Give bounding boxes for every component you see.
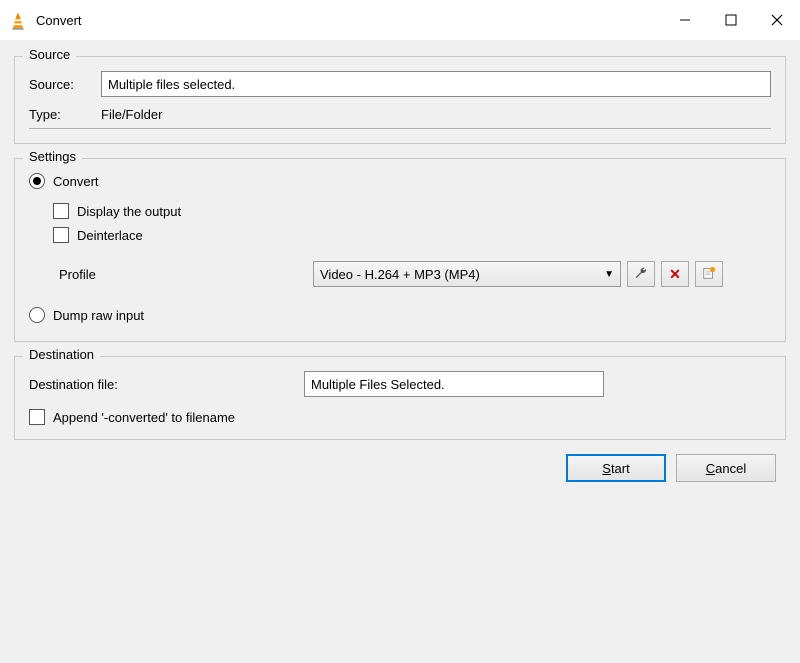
chevron-down-icon: ▼: [604, 269, 614, 280]
append-converted-label: Append '-converted' to filename: [53, 410, 235, 425]
type-label: Type:: [29, 107, 101, 122]
checkbox-icon: [29, 409, 45, 425]
type-value: File/Folder: [101, 107, 162, 122]
destination-group: Destination Destination file: Append '-c…: [14, 356, 786, 440]
cancel-rest: ancel: [715, 461, 746, 476]
source-legend: Source: [23, 47, 76, 62]
display-output-checkbox[interactable]: Display the output: [53, 203, 771, 219]
delete-icon: ✕: [669, 266, 681, 283]
start-rest: tart: [611, 461, 630, 476]
dump-raw-radio[interactable]: Dump raw input: [29, 307, 771, 323]
checkbox-icon: [53, 203, 69, 219]
display-output-label: Display the output: [77, 204, 181, 219]
destination-legend: Destination: [23, 347, 100, 362]
close-button[interactable]: [754, 0, 800, 40]
start-button[interactable]: Start: [566, 454, 666, 482]
edit-profile-button[interactable]: [627, 261, 655, 287]
settings-legend: Settings: [23, 149, 82, 164]
dialog-footer: Start Cancel: [14, 454, 786, 482]
dest-file-input[interactable]: [304, 371, 604, 397]
wrench-icon: [634, 266, 648, 283]
dest-file-label: Destination file:: [29, 377, 304, 392]
new-profile-button[interactable]: [695, 261, 723, 287]
convert-radio-label: Convert: [53, 174, 99, 189]
profile-value: Video - H.264 + MP3 (MP4): [320, 267, 480, 282]
source-group: Source Source: Type: File/Folder: [14, 56, 786, 144]
settings-group: Settings Convert Display the output Dein…: [14, 158, 786, 342]
minimize-button[interactable]: [662, 0, 708, 40]
dump-raw-label: Dump raw input: [53, 308, 144, 323]
radio-icon: [29, 307, 45, 323]
profile-label: Profile: [53, 267, 313, 282]
new-profile-icon: [702, 266, 716, 283]
delete-profile-button[interactable]: ✕: [661, 261, 689, 287]
source-input[interactable]: [101, 71, 771, 97]
titlebar: Convert: [0, 0, 800, 40]
window-title: Convert: [36, 13, 82, 28]
checkbox-icon: [53, 227, 69, 243]
append-converted-checkbox[interactable]: Append '-converted' to filename: [29, 409, 771, 425]
cancel-button[interactable]: Cancel: [676, 454, 776, 482]
app-icon: [10, 11, 28, 29]
profile-dropdown[interactable]: Video - H.264 + MP3 (MP4) ▼: [313, 261, 621, 287]
deinterlace-label: Deinterlace: [77, 228, 143, 243]
deinterlace-checkbox[interactable]: Deinterlace: [53, 227, 771, 243]
source-label: Source:: [29, 77, 101, 92]
convert-radio[interactable]: Convert: [29, 173, 771, 189]
radio-icon: [29, 173, 45, 189]
maximize-button[interactable]: [708, 0, 754, 40]
